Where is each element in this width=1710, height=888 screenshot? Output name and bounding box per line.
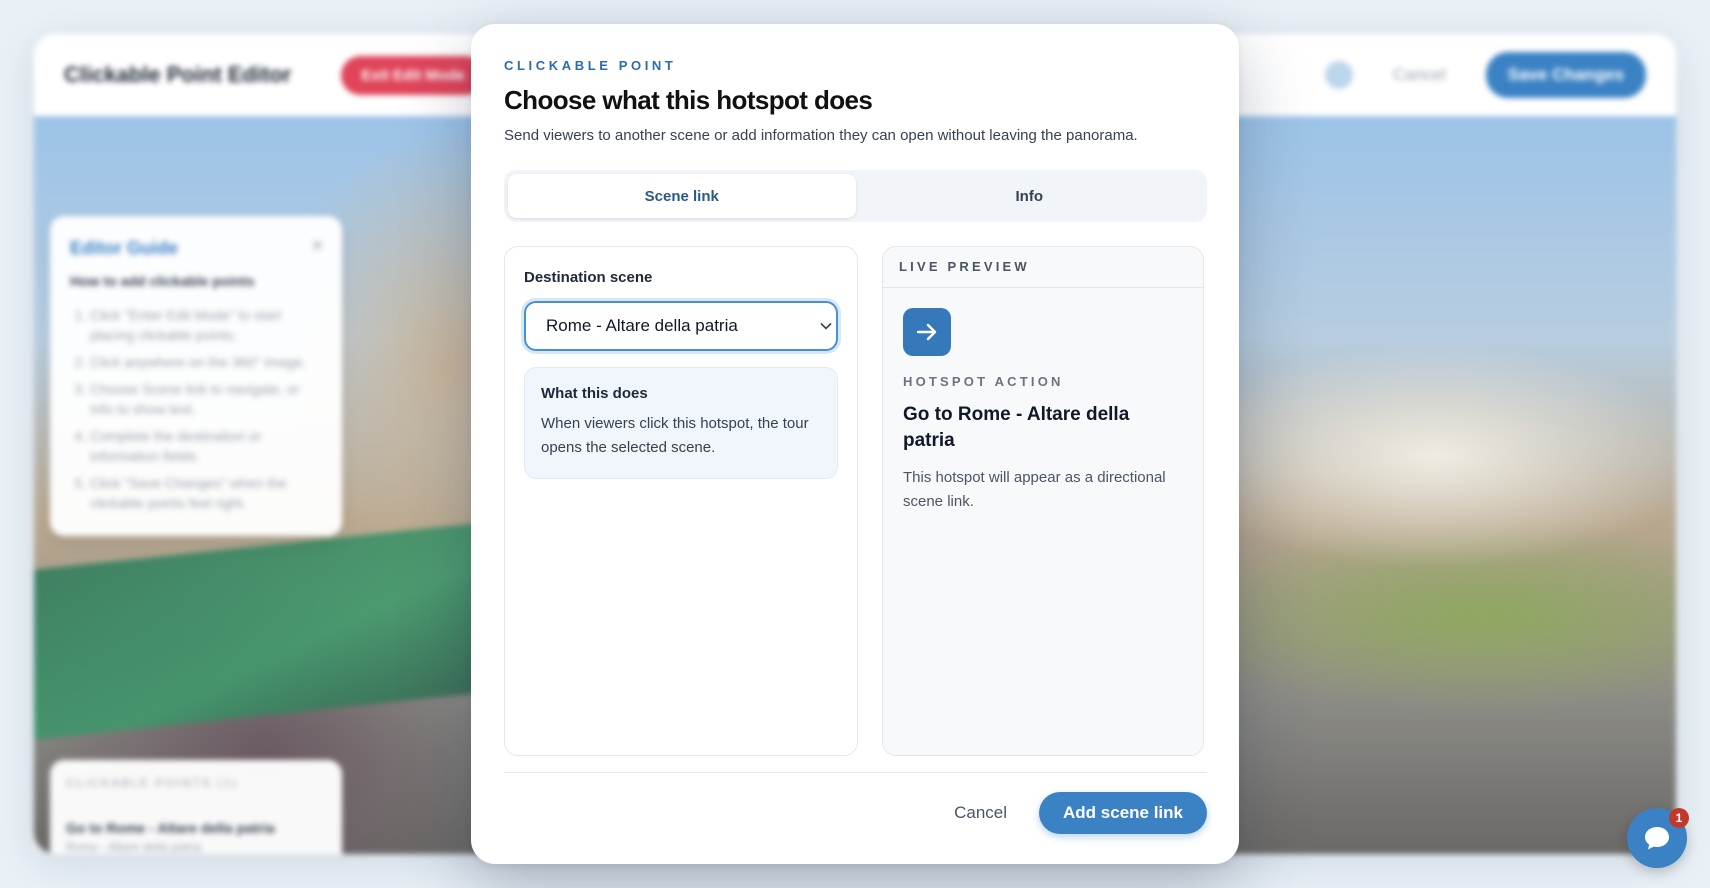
editor-guide-panel: Editor Guide ✕ How to add clickable poin… [50,216,342,536]
tab-info[interactable]: Info [856,174,1204,218]
live-preview-body: HOTSPOT ACTION Go to Rome - Altare della… [883,288,1203,534]
what-this-does-text: When viewers click this hotspot, the tou… [541,415,809,456]
editor-guide-steps: Click "Enter Edit Mode" to start placing… [70,305,322,513]
exit-edit-mode-button: Exit Edit Mode [341,55,485,95]
hotspot-modal: CLICKABLE POINT Choose what this hotspot… [471,24,1239,864]
guide-step: Click "Save Changes" when the clickable … [90,473,322,513]
clickable-points-title: CLICKABLE POINTS (1) [66,776,239,790]
guide-step: Click "Enter Edit Mode" to start placing… [90,305,322,345]
chat-notification-badge: 1 [1669,808,1689,828]
save-changes-button: Save Changes [1485,52,1646,98]
modal-panels: Destination scene Rome - Altare della pa… [504,246,1207,756]
editor-guide-subtitle: How to add clickable points [70,273,255,289]
hotspot-type-tabs: Scene link Info [504,170,1207,222]
add-scene-link-button[interactable]: Add scene link [1039,791,1207,834]
modal-description: Send viewers to another scene or add inf… [504,127,1138,144]
panorama-banner [34,522,484,740]
live-preview-panel: LIVE PREVIEW HOTSPOT ACTION Go to Rome -… [882,246,1204,756]
cancel-button[interactable]: Cancel [954,803,1007,823]
modal-footer: Cancel Add scene link [504,772,1207,864]
guide-step: Choose Scene link to navigate, or Info t… [90,379,322,419]
clickable-point-item-subtitle: Rome - Altare della patria [66,840,202,854]
what-this-does-box: What this does When viewers click this h… [524,367,838,479]
guide-step: Click anywhere on the 360° image. [90,352,322,372]
destination-panel: Destination scene Rome - Altare della pa… [504,246,858,756]
modal-title: Choose what this hotspot does [504,85,873,115]
app-title: Clickable Point Editor [64,62,292,87]
hotspot-action-eyebrow: HOTSPOT ACTION [903,374,1064,389]
preview-title: Go to Rome - Altare della patria [903,404,1130,451]
tab-scene-link[interactable]: Scene link [508,174,856,218]
destination-scene-label: Destination scene [524,269,653,286]
destination-scene-value: Rome - Altare della patria [546,316,738,335]
arrow-right-icon [903,308,951,356]
editor-guide-title: Editor Guide [70,238,178,258]
what-this-does-title: What this does [541,385,648,402]
help-icon [1324,61,1353,89]
live-preview-header: LIVE PREVIEW [883,247,1203,288]
destination-scene-select[interactable]: Rome - Altare della patria [524,301,838,351]
modal-eyebrow: CLICKABLE POINT [504,58,677,73]
background-cancel-button: Cancel [1392,65,1446,84]
guide-step: Complete the destination or information … [90,426,322,466]
chevron-down-icon [820,303,832,349]
clickable-points-panel: CLICKABLE POINTS (1) Go to Rome - Altare… [50,760,342,854]
close-icon: ✕ [310,238,324,255]
preview-text: This hotspot will appear as a directiona… [903,469,1166,510]
clickable-point-item-title: Go to Rome - Altare della patria [66,820,275,836]
